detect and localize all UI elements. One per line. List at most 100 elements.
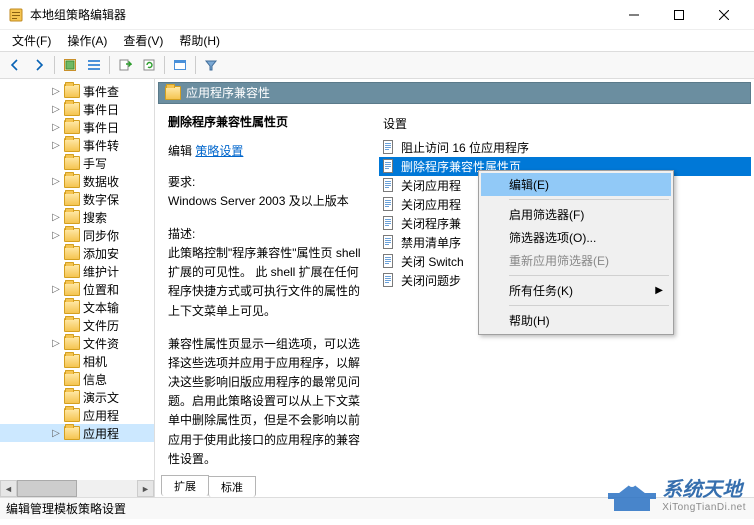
tree-item[interactable]: ▷ 事件日: [0, 118, 154, 136]
folder-icon: [64, 318, 80, 332]
folder-icon: [64, 192, 80, 206]
leaf-icon: [50, 265, 62, 277]
toolbar-separator: [164, 56, 165, 74]
tree-item-label: 信息: [83, 371, 107, 388]
tree-item[interactable]: 演示文: [0, 388, 154, 406]
tree-item[interactable]: 添加安: [0, 244, 154, 262]
leaf-icon: [50, 355, 62, 367]
horizontal-scrollbar[interactable]: ◄ ►: [0, 480, 154, 497]
policy-icon: [381, 234, 397, 250]
description-column: 删除程序兼容性属性页 编辑 策略设置 要求: Windows Server 20…: [158, 107, 373, 475]
folder-icon: [64, 174, 80, 188]
cm-enable-filter[interactable]: 启用筛选器(F): [481, 203, 671, 226]
minimize-button[interactable]: [611, 1, 656, 29]
tb-export-button[interactable]: [114, 54, 136, 76]
cm-help[interactable]: 帮助(H): [481, 309, 671, 332]
tree-item[interactable]: ▷搜索: [0, 208, 154, 226]
tree-item[interactable]: 数字保: [0, 190, 154, 208]
close-button[interactable]: [701, 1, 746, 29]
expand-icon[interactable]: ▷: [50, 229, 62, 241]
menu-view[interactable]: 查看(V): [115, 30, 171, 51]
menu-help[interactable]: 帮助(H): [171, 30, 228, 51]
submenu-arrow-icon: ▶: [655, 285, 663, 296]
tree-item[interactable]: ▷ 同步你: [0, 226, 154, 244]
tree-item-label: 事件日: [83, 119, 119, 136]
setting-label: 关闭 Switch: [401, 253, 464, 270]
cm-edit[interactable]: 编辑(E): [481, 173, 671, 196]
tree-item[interactable]: ▷文件资: [0, 334, 154, 352]
tree-item[interactable]: 文件历: [0, 316, 154, 334]
expand-icon[interactable]: ▷: [50, 103, 62, 115]
tree-item[interactable]: 信息: [0, 370, 154, 388]
scroll-right-button[interactable]: ►: [137, 480, 154, 497]
leaf-icon: [50, 319, 62, 331]
setting-row[interactable]: 阻止访问 16 位应用程序: [379, 138, 751, 157]
tree-item[interactable]: ▷应用程: [0, 424, 154, 442]
leaf-icon: [50, 247, 62, 259]
tree-item[interactable]: ▷ 事件转: [0, 136, 154, 154]
expand-icon[interactable]: ▷: [50, 211, 62, 223]
scroll-thumb[interactable]: [17, 480, 77, 497]
tree-item[interactable]: 文本输: [0, 298, 154, 316]
tb-select-button[interactable]: [59, 54, 81, 76]
scroll-track[interactable]: [17, 480, 137, 497]
tree-item-label: 相机: [83, 353, 107, 370]
tree-item-label: 演示文: [83, 389, 119, 406]
folder-icon: [64, 300, 80, 314]
forward-button[interactable]: [28, 54, 50, 76]
expand-icon[interactable]: ▷: [50, 121, 62, 133]
cm-separator: [509, 305, 669, 306]
content-tabs: 扩展 标准: [155, 475, 754, 497]
folder-icon: [64, 246, 80, 260]
tree-item-label: 数据收: [83, 173, 119, 190]
cm-all-tasks[interactable]: 所有任务(K)▶: [481, 279, 671, 302]
tab-standard[interactable]: 标准: [208, 476, 256, 497]
tree-item[interactable]: ▷事件日: [0, 100, 154, 118]
cm-separator: [509, 199, 669, 200]
folder-icon: [64, 138, 80, 152]
expand-icon[interactable]: ▷: [50, 175, 62, 187]
policy-icon: [381, 253, 397, 269]
tree-item[interactable]: 维护计: [0, 262, 154, 280]
tree-item-label: 同步你: [83, 227, 119, 244]
status-text: 编辑管理模板策略设置: [6, 500, 126, 517]
tb-list-button[interactable]: [83, 54, 105, 76]
scroll-left-button[interactable]: ◄: [0, 480, 17, 497]
cm-filter-options[interactable]: 筛选器选项(O)...: [481, 226, 671, 249]
tree-item[interactable]: 手写: [0, 154, 154, 172]
tree-item-label: 事件转: [83, 137, 119, 154]
filter-button[interactable]: [200, 54, 222, 76]
tree-item[interactable]: ▷事件查: [0, 82, 154, 100]
menu-action[interactable]: 操作(A): [59, 30, 115, 51]
cm-separator: [509, 275, 669, 276]
policy-icon: [381, 158, 397, 174]
edit-label: 编辑 策略设置: [168, 142, 363, 159]
expand-icon[interactable]: ▷: [50, 337, 62, 349]
tree-item[interactable]: 相机: [0, 352, 154, 370]
toolbar-separator: [109, 56, 110, 74]
tree-body[interactable]: ▷事件查▷事件日▷事件日▷事件转手写▷数据收数字保▷搜索▷同步你添加安维护计▷位…: [0, 79, 154, 480]
tab-extended[interactable]: 扩展: [161, 475, 209, 496]
tree-item[interactable]: 应用程: [0, 406, 154, 424]
menubar: 文件(F) 操作(A) 查看(V) 帮助(H): [0, 30, 754, 51]
edit-policy-link[interactable]: 策略设置: [195, 144, 243, 158]
tb-refresh-button[interactable]: [138, 54, 160, 76]
settings-header: 设置: [379, 113, 751, 138]
expand-icon[interactable]: ▷: [50, 283, 62, 295]
tree-item[interactable]: ▷ 数据收: [0, 172, 154, 190]
description-text-1: 此策略控制"程序兼容性"属性页 shell 扩展的可见性。 此 shell 扩展…: [168, 244, 363, 321]
expand-icon[interactable]: ▷: [50, 85, 62, 97]
menu-file[interactable]: 文件(F): [4, 30, 59, 51]
folder-icon: [64, 390, 80, 404]
folder-icon: [64, 336, 80, 350]
tb-window-button[interactable]: [169, 54, 191, 76]
expand-icon[interactable]: ▷: [50, 427, 62, 439]
tree-item-label: 应用程: [83, 407, 119, 424]
requirements-text: Windows Server 2003 及以上版本: [168, 192, 363, 211]
policy-icon: [381, 177, 397, 193]
maximize-button[interactable]: [656, 1, 701, 29]
back-button[interactable]: [4, 54, 26, 76]
expand-icon[interactable]: ▷: [50, 139, 62, 151]
folder-icon: [64, 84, 80, 98]
tree-item[interactable]: ▷位置和: [0, 280, 154, 298]
